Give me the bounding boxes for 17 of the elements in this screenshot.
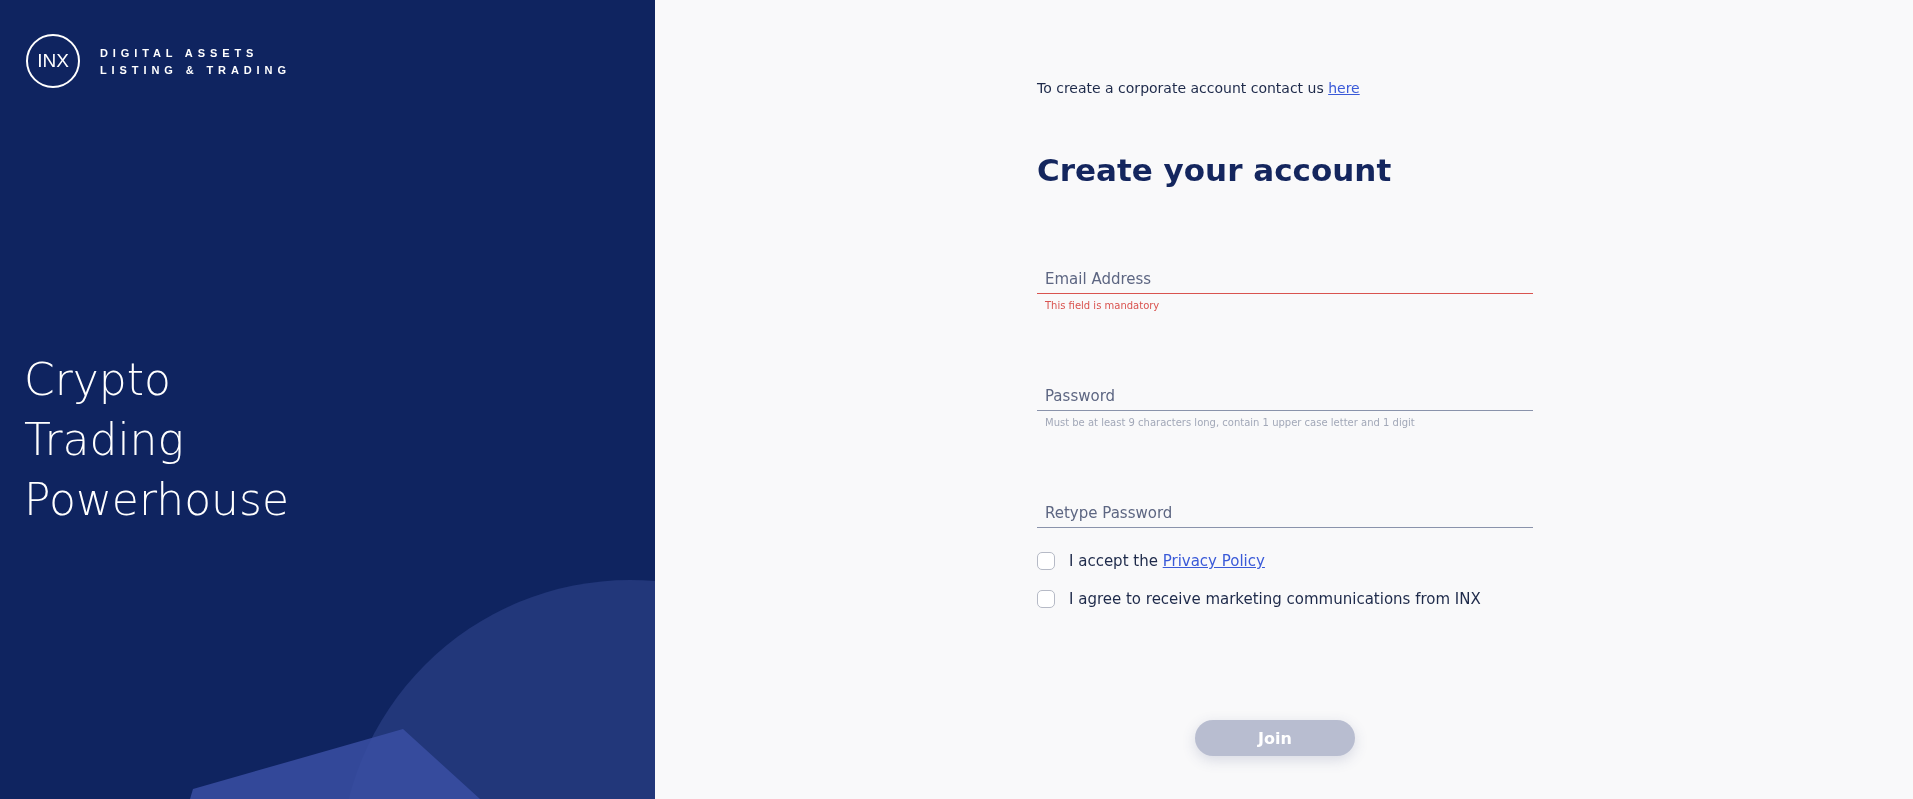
brand-tagline: DIGITAL ASSETS (100, 46, 260, 59)
headline: Trading (24, 413, 184, 467)
corporate-note: To create a corporate account contact us here (1037, 80, 1360, 96)
error-message: This field is mandatory (1045, 300, 1160, 311)
checkbox-label: I agree to receive marketing communications from INX (1069, 590, 1481, 608)
hint-text: Must be at least 9 characters long, contain 1 upper case letter and 1 digit (1045, 417, 1415, 428)
page-title: Create your account (1037, 152, 1392, 188)
input-field[interactable]: Email Address (1037, 266, 1533, 294)
brand-tagline: LISTING & TRADING (100, 63, 291, 76)
privacy-policy-link[interactable]: Privacy Policy (1162, 552, 1265, 570)
headline: Crypto (24, 353, 171, 407)
logo: INX (26, 34, 80, 88)
here-link[interactable]: here (1328, 80, 1360, 96)
headline: Powerhouse (24, 473, 289, 527)
checkbox-label: I accept the Privacy Policy (1069, 552, 1265, 570)
input-field[interactable]: Retype Password (1037, 500, 1533, 528)
input-field[interactable]: Password (1037, 383, 1533, 411)
